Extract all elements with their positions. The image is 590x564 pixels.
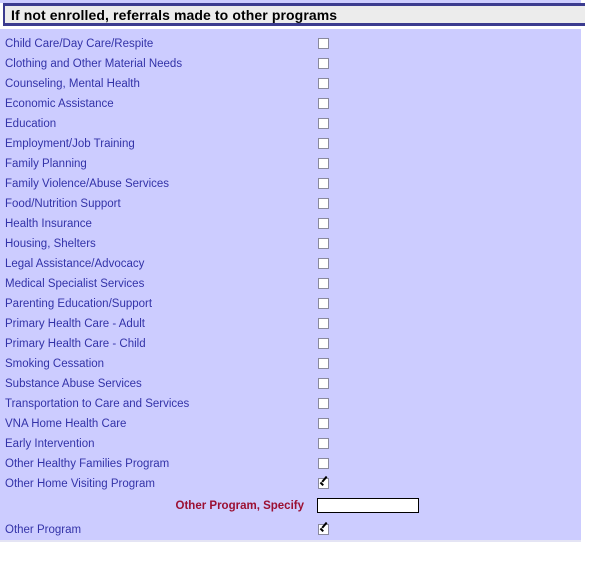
referral-checkbox[interactable] [318,318,329,329]
referral-label: Other Home Visiting Program [5,478,155,490]
referral-row: Primary Health Care - Adult [0,314,581,334]
referral-label: Primary Health Care - Adult [5,318,145,330]
referral-row: Counseling, Mental Health [0,74,581,94]
referral-label: Child Care/Day Care/Respite [5,38,154,50]
referral-checkbox[interactable] [318,178,329,189]
referral-row: Family Planning [0,154,581,174]
referral-row: Parenting Education/Support [0,294,581,314]
referral-row: Employment/Job Training [0,134,581,154]
referral-row: VNA Home Health Care [0,414,581,434]
referral-label: VNA Home Health Care [5,418,127,430]
referral-label: Family Planning [5,158,87,170]
referral-row: Legal Assistance/Advocacy [0,254,581,274]
referral-label: Family Violence/Abuse Services [5,178,170,190]
referral-checkbox[interactable] [318,418,329,429]
referral-label: Primary Health Care - Child [5,338,146,350]
referral-label: Health Insurance [5,218,92,230]
other-program-specify-label: Other Program, Specify [175,500,304,512]
referral-checkbox[interactable] [318,138,329,149]
referral-label: Food/Nutrition Support [5,198,121,210]
referral-checkbox[interactable] [318,158,329,169]
referral-checkbox[interactable] [318,358,329,369]
referral-checkbox[interactable] [318,238,329,249]
referral-row: Other Home Visiting Program [0,474,581,494]
referral-checkbox[interactable] [318,258,329,269]
referral-checkbox[interactable] [318,298,329,309]
referral-checkbox[interactable] [318,38,329,49]
referral-label: Housing, Shelters [5,238,96,250]
referral-row: Other Program [0,520,581,540]
referral-label: Transportation to Care and Services [5,398,190,410]
other-program-label: Other Program [5,524,82,536]
referral-row: Education [0,114,581,134]
referral-label: Employment/Job Training [5,138,135,150]
referral-row: Health Insurance [0,214,581,234]
referral-row: Primary Health Care - Child [0,334,581,354]
other-program-specify-row: Other Program, Specify [0,496,581,518]
referral-row: Other Healthy Families Program [0,454,581,474]
referral-label: Substance Abuse Services [5,378,142,390]
referral-checkbox[interactable] [318,78,329,89]
referral-checkbox[interactable] [318,58,329,69]
referral-label: Clothing and Other Material Needs [5,58,183,70]
referral-row: Family Violence/Abuse Services [0,174,581,194]
referral-label: Other Healthy Families Program [5,458,170,470]
referral-checkbox[interactable] [318,378,329,389]
referral-label: Legal Assistance/Advocacy [5,258,145,270]
referral-checkbox[interactable] [318,218,329,229]
referral-row: Smoking Cessation [0,354,581,374]
form-page: If not enrolled, referrals made to other… [0,0,590,559]
section-header: If not enrolled, referrals made to other… [3,3,585,26]
referrals-form-panel: Child Care/Day Care/Respite Clothing and … [0,29,581,559]
referral-checkbox[interactable] [318,438,329,449]
referral-label: Counseling, Mental Health [5,78,140,90]
referral-checkbox[interactable] [318,338,329,349]
referral-row: Medical Specialist Services [0,274,581,294]
referral-row: Housing, Shelters [0,234,581,254]
other-program-checkbox[interactable] [318,524,329,535]
referral-checkbox[interactable] [318,98,329,109]
referral-label: Smoking Cessation [5,358,105,370]
other-program-specify-input[interactable] [317,498,419,513]
page-footer-area [0,544,590,559]
referral-checkbox[interactable] [318,478,329,489]
referral-row: Child Care/Day Care/Respite [0,34,581,54]
referral-label: Early Intervention [5,438,95,450]
page-title: If not enrolled, referrals made to other… [11,6,338,23]
referral-row: Substance Abuse Services [0,374,581,394]
referral-checkbox[interactable] [318,118,329,129]
referral-label: Economic Assistance [5,98,114,110]
referral-row: Transportation to Care and Services [0,394,581,414]
referral-checkbox[interactable] [318,398,329,409]
referral-checkbox[interactable] [318,458,329,469]
referral-row: Early Intervention [0,434,581,454]
referral-label: Medical Specialist Services [5,278,145,290]
referral-checkbox[interactable] [318,278,329,289]
referral-row: Economic Assistance [0,94,581,114]
referral-label: Education [5,118,57,130]
referral-row: Food/Nutrition Support [0,194,581,214]
referral-label: Parenting Education/Support [5,298,153,310]
referral-checkbox[interactable] [318,198,329,209]
referral-row: Clothing and Other Material Needs [0,54,581,74]
